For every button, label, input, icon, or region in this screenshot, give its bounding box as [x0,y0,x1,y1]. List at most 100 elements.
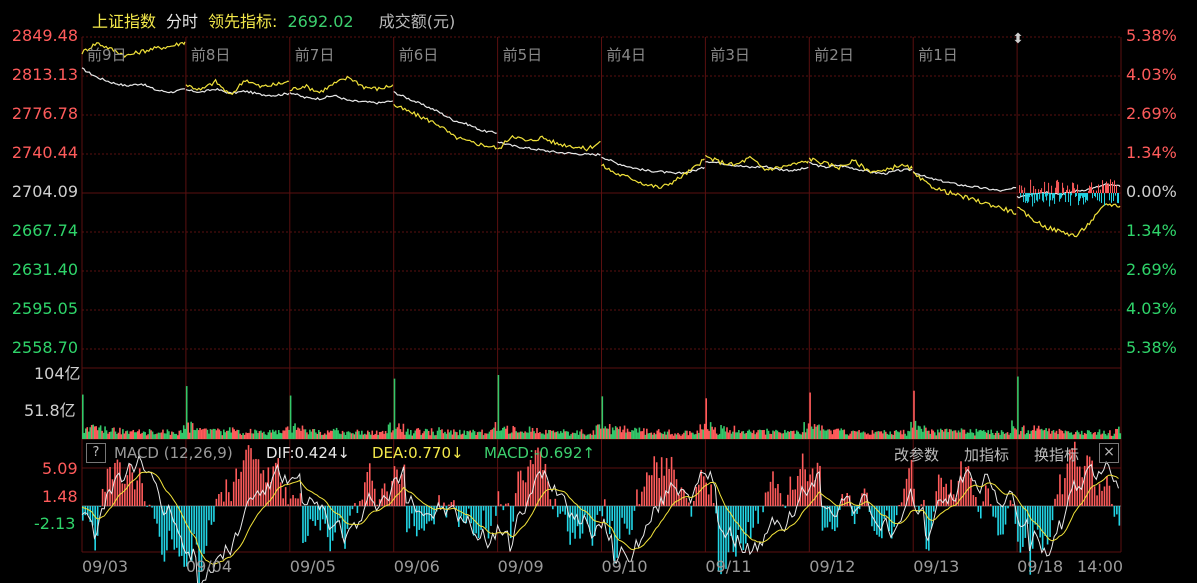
macd-bar-pos [215,498,218,506]
macd-bar-neg [821,506,824,531]
volume-bar [543,434,546,439]
volume-bar [168,431,170,439]
macd-bar-neg [302,506,304,544]
volume-bar [850,431,853,439]
help-icon[interactable]: ? [86,443,106,463]
volume-bar [917,425,920,439]
volume-bar [564,431,566,439]
volume-bar [809,392,811,439]
volume-bar [429,435,431,439]
macd-bar-neg [623,506,626,524]
intraday-up-bar [1108,183,1110,193]
macd-bar-pos [225,479,228,506]
volume-bar [142,431,145,439]
volume-bar [570,434,572,439]
macd-bar-neg [1049,506,1051,538]
scroll-handle-icon[interactable]: ⬍ [1012,31,1024,47]
macd-bar-neg [1017,506,1019,542]
volume-bar [977,431,979,439]
price-tick-right: 5.38% [1126,338,1177,357]
volume-bar [556,431,559,439]
volume-bar [337,430,339,439]
macd-bar-neg [1113,506,1116,517]
macd-bar-pos [950,479,952,506]
macd-bar-pos [106,468,109,506]
macd-bar-pos [272,466,275,506]
switch-indicator-button[interactable]: 换指标 [1034,444,1079,465]
volume-bar [163,433,166,439]
volume-bar [923,425,926,439]
volume-bar [123,433,126,439]
volume-bar [736,432,739,439]
macd-bar-pos [294,498,297,506]
volume-bar [838,430,841,439]
macd-bar-pos [1064,478,1066,506]
volume-bar [895,430,897,439]
volume-bar [561,432,564,439]
volume-bar [928,430,930,439]
close-icon[interactable]: × [1099,443,1119,463]
intraday-up-bar [1107,184,1109,193]
volume-bar [646,428,648,439]
macd-bar-pos [1101,490,1103,506]
volume-bar [672,435,675,439]
volume-bar [384,431,387,439]
volume-bar [269,430,271,439]
volume-bar [730,433,733,439]
macd-bar-neg [309,506,312,520]
volume-bar [819,430,822,439]
volume-bar [984,431,987,439]
volume-bar [868,434,871,439]
intraday-up-bar [1024,187,1026,193]
volume-bar [340,434,342,439]
macd-bar-neg [1039,506,1041,538]
volume-bar [827,429,829,439]
price-tick-left: 2595.05 [11,299,78,318]
volume-bar [132,429,135,439]
volume-bar [378,432,381,439]
volume-bar [965,433,967,439]
mode-label[interactable]: 分时 [166,12,198,31]
volume-bar [598,424,601,439]
macd-bar-pos [975,496,977,506]
volume-bar [905,435,908,439]
volume-bar [640,431,642,439]
macd-bar-neg [628,506,631,535]
volume-bar [585,435,587,439]
volume-bar [176,435,179,439]
macd-bar-neg [158,506,161,537]
volume-bar [435,435,437,439]
volume-bar [1039,429,1041,439]
intraday-up-bar [1056,180,1058,193]
volume-bar [133,432,136,439]
volume-bar [849,433,851,439]
volume-bar [126,430,129,439]
x-tick-label: 09/10 [601,557,648,576]
volume-bar [604,426,607,439]
volume-bar [790,430,792,439]
volume-bar [472,429,474,439]
change-params-button[interactable]: 改参数 [894,444,939,465]
volume-bar [659,432,661,439]
volume-bar [904,433,906,439]
volume-bar [447,429,449,439]
macd-bar-neg [932,506,935,512]
volume-bar [1018,434,1021,439]
macd-bar-neg [312,506,314,522]
volume-bar [844,434,847,439]
intraday-down-bar [1068,193,1070,203]
volume-bar [721,428,724,439]
volume-bar [252,433,255,439]
volume-bar [512,425,515,439]
volume-bar [803,422,805,439]
macd-bar-neg [925,506,928,550]
macd-bar-neg [601,506,604,517]
volume-bar [117,432,120,439]
volume-bar [470,432,473,439]
intraday-down-bar [1111,193,1113,203]
macd-bar-pos [383,483,386,506]
macd-bar-neg [467,506,470,509]
add-indicator-button[interactable]: 加指标 [964,444,1009,465]
volume-bar [242,433,244,439]
volume-bar [647,433,650,439]
